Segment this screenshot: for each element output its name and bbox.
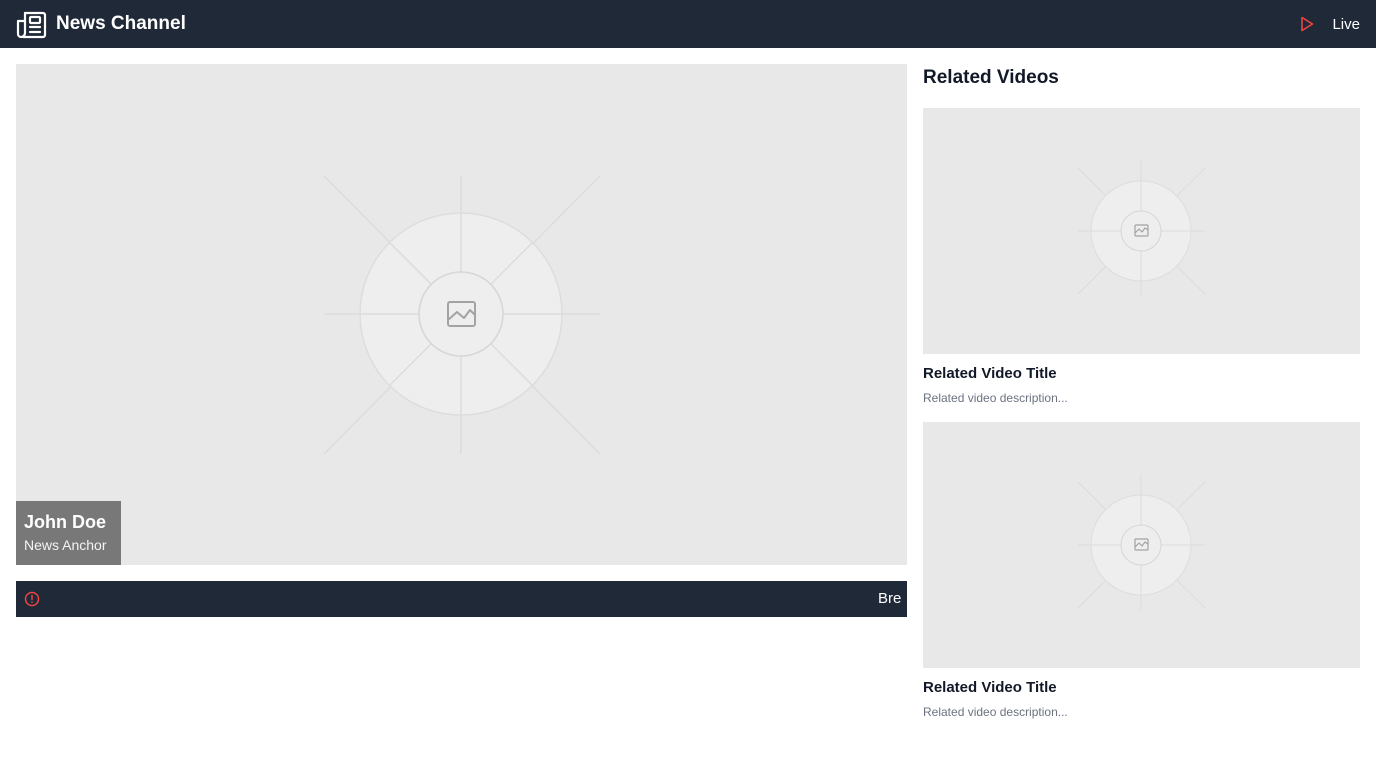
related-video-description: Related video description... xyxy=(923,705,1068,719)
sidebar-title: Related Videos xyxy=(923,67,1059,88)
related-video-title[interactable]: Related Video Title xyxy=(923,364,1360,384)
breaking-news-ticker[interactable]: Bre xyxy=(16,581,907,617)
live-label: Live xyxy=(1332,15,1360,33)
ticker-text: Bre xyxy=(878,590,902,607)
related-video-card[interactable]: Related Video Title Related video descri… xyxy=(923,422,1360,720)
image-placeholder-icon xyxy=(323,175,601,455)
anchor-lower-third: John Doe News Anchor xyxy=(16,501,121,565)
channel-title: News Channel xyxy=(56,13,186,34)
related-video-thumbnail[interactable] xyxy=(923,108,1360,354)
live-button[interactable]: Live xyxy=(1300,15,1360,33)
related-videos-sidebar: Related Videos Related Video Title Relat… xyxy=(923,64,1360,719)
related-video-description: Related video description... xyxy=(923,391,1068,405)
image-placeholder-icon xyxy=(1077,160,1206,296)
image-placeholder-icon xyxy=(1077,474,1206,610)
play-icon xyxy=(1300,15,1318,33)
video-player[interactable]: John Doe News Anchor xyxy=(16,64,907,565)
anchor-role: News Anchor xyxy=(24,537,107,553)
related-video-thumbnail[interactable] xyxy=(923,422,1360,668)
anchor-name: John Doe xyxy=(24,512,107,532)
alert-circle-icon xyxy=(24,591,40,607)
top-navigation-bar: News Channel Live xyxy=(0,0,1376,48)
brand[interactable]: News Channel xyxy=(16,8,186,40)
related-video-card[interactable]: Related Video Title Related video descri… xyxy=(923,108,1360,406)
newspaper-icon xyxy=(16,8,48,40)
related-video-title[interactable]: Related Video Title xyxy=(923,678,1360,698)
